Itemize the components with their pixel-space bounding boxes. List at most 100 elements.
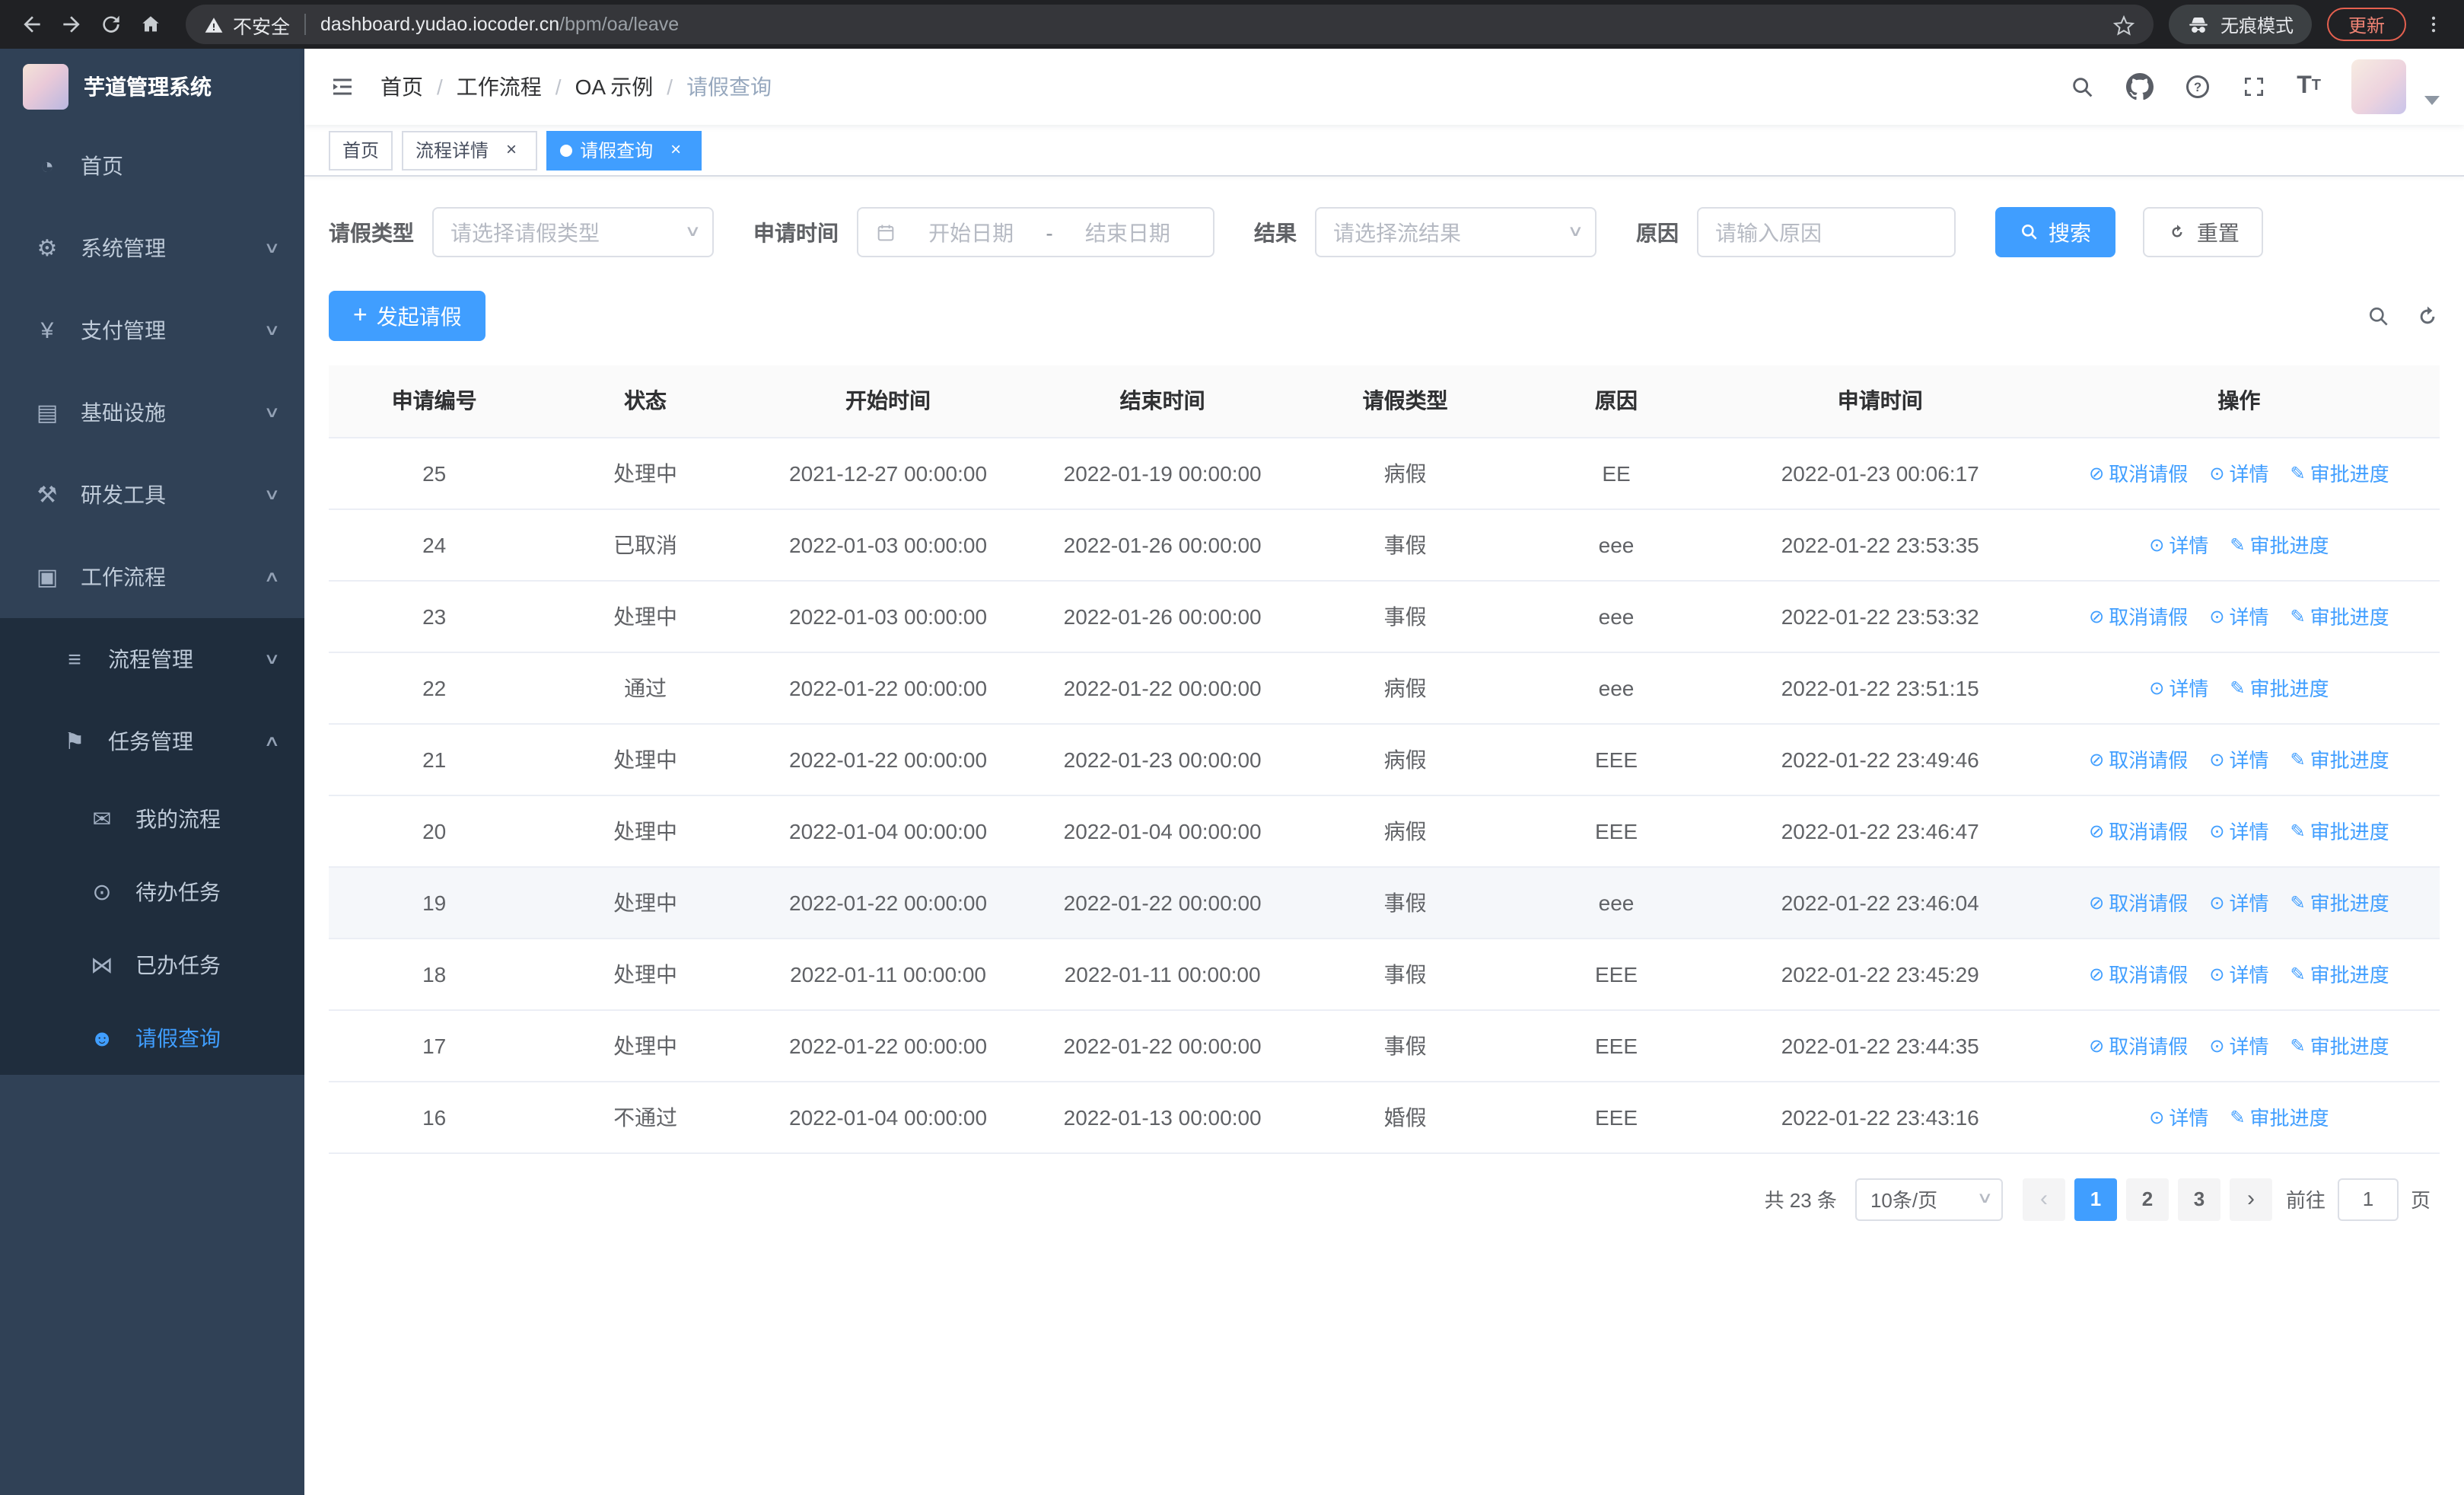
sidebar-item-home[interactable]: ◔ 首页	[0, 125, 304, 207]
end-date-placeholder: 结束日期	[1084, 220, 1170, 244]
prev-page-button[interactable]: ‹	[2022, 1178, 2065, 1220]
user-avatar[interactable]	[2351, 59, 2406, 114]
cell-status: 处理中	[540, 866, 751, 939]
close-icon[interactable]: ×	[664, 138, 688, 162]
cancel-action-link[interactable]: ⊘ 取消请假	[2089, 959, 2188, 988]
cell-leave-type: 病假	[1299, 652, 1511, 724]
cancel-action-link[interactable]: ⊘ 取消请假	[2089, 816, 2188, 845]
cell-id: 20	[329, 795, 540, 867]
sidebar-item-workflow[interactable]: ▣ 工作流程 ∧	[0, 536, 304, 618]
progress-action-link[interactable]: ✎ 审批进度	[2290, 601, 2389, 630]
help-icon[interactable]: ?	[2184, 73, 2211, 100]
page-button-1[interactable]: 1	[2074, 1178, 2117, 1220]
cancel-action-link[interactable]: ⊘ 取消请假	[2089, 888, 2188, 916]
cancel-action-link[interactable]: ⊘ 取消请假	[2089, 601, 2188, 630]
bookmark-star-icon[interactable]	[2112, 13, 2135, 36]
browser-back-button[interactable]	[12, 5, 52, 44]
sidebar-item-task-mgmt[interactable]: ⚑ 任务管理 ∧	[0, 700, 304, 783]
detail-action-label: 详情	[2169, 677, 2209, 700]
tab-leave-query[interactable]: 请假查询 ×	[546, 130, 702, 170]
toggle-search-icon[interactable]	[2367, 304, 2391, 328]
tab-label: 请假查询	[580, 140, 654, 161]
font-size-icon[interactable]: TT	[2297, 74, 2321, 99]
detail-action-link[interactable]: ⊙ 详情	[2209, 959, 2268, 988]
cell-actions: ⊘ 取消请假 ⊙ 详情 ✎ 审批进度	[2038, 437, 2440, 509]
table-row: 25 处理中 2021-12-27 00:00:00 2022-01-19 00:00…	[329, 437, 2440, 509]
leave-type-select[interactable]: 请选择请假类型 ∨	[432, 207, 714, 257]
progress-action-link[interactable]: ✎ 审批进度	[2290, 744, 2389, 773]
browser-menu-icon[interactable]	[2415, 12, 2452, 37]
sidebar-item-label: 我的流程	[135, 807, 221, 831]
progress-action-label: 审批进度	[2310, 964, 2389, 987]
detail-action-link[interactable]: ⊙ 详情	[2209, 458, 2268, 487]
refresh-icon[interactable]	[2415, 304, 2440, 328]
progress-action-link[interactable]: ✎ 审批进度	[2290, 1031, 2389, 1060]
sidebar-item-devtools[interactable]: ⚒ 研发工具 ∨	[0, 454, 304, 536]
tab-home[interactable]: 首页	[329, 130, 393, 170]
progress-action-link[interactable]: ✎ 审批进度	[2290, 959, 2389, 988]
cell-start-time: 2022-01-04 00:00:00	[750, 795, 1026, 867]
close-icon[interactable]: ×	[499, 138, 524, 162]
fullscreen-icon[interactable]	[2242, 75, 2266, 99]
result-select[interactable]: 请选择流结果 ∨	[1315, 207, 1597, 257]
app-logo[interactable]: 芋道管理系统	[0, 49, 304, 125]
sidebar-item-leave-query[interactable]: ☻ 请假查询	[0, 1002, 304, 1075]
reason-input[interactable]: 请输入原因	[1697, 207, 1956, 257]
sidebar-toggle-icon[interactable]	[329, 73, 356, 100]
caret-down-icon[interactable]	[2424, 96, 2440, 105]
sidebar-item-infrastructure[interactable]: ▤ 基础设施 ∨	[0, 371, 304, 454]
browser-forward-button[interactable]	[52, 5, 91, 44]
browser-home-button[interactable]	[131, 5, 170, 44]
progress-action-link[interactable]: ✎ 审批进度	[2230, 1102, 2329, 1131]
sidebar-item-my-process[interactable]: ✉ 我的流程	[0, 783, 304, 856]
page-size-select[interactable]: 10条/页 ∨	[1854, 1178, 2003, 1220]
apply-time-range-picker[interactable]: 开始日期 - 结束日期	[857, 207, 1214, 257]
cell-apply-time: 2022-01-22 23:46:04	[1721, 866, 2039, 939]
cell-id: 19	[329, 866, 540, 939]
progress-action-link[interactable]: ✎ 审批进度	[2230, 530, 2329, 559]
breadcrumb: 首页 / 工作流程 / OA 示例 / 请假查询	[380, 72, 772, 102]
reset-button[interactable]: 重置	[2143, 207, 2264, 257]
dashboard-icon: ◔	[40, 153, 55, 179]
page-button-2[interactable]: 2	[2125, 1178, 2169, 1220]
page-button-3[interactable]: 3	[2177, 1178, 2220, 1220]
address-bar[interactable]: 不安全 dashboard.yudao.iocoder.cn /bpm/oa/l…	[186, 5, 2154, 44]
breadcrumb-item-0[interactable]: 首页	[380, 72, 423, 102]
update-button[interactable]: 更新	[2326, 8, 2406, 41]
sidebar-item-done-tasks[interactable]: ⋈ 已办任务	[0, 929, 304, 1002]
create-leave-button[interactable]: + 发起请假	[329, 291, 486, 341]
goto-page-input[interactable]: 1	[2337, 1178, 2399, 1220]
tab-label: 流程详情	[415, 140, 489, 161]
cancel-action-link[interactable]: ⊘ 取消请假	[2089, 458, 2188, 487]
detail-action-link[interactable]: ⊙ 详情	[2149, 530, 2208, 559]
detail-action-link[interactable]: ⊙ 详情	[2209, 888, 2268, 916]
detail-action-link[interactable]: ⊙ 详情	[2149, 673, 2208, 702]
detail-action-link[interactable]: ⊙ 详情	[2209, 1031, 2268, 1060]
detail-action-link[interactable]: ⊙ 详情	[2209, 816, 2268, 845]
search-button[interactable]: 搜索	[1995, 207, 2115, 257]
detail-action-link[interactable]: ⊙ 详情	[2209, 601, 2268, 630]
security-label[interactable]: 不安全	[233, 10, 290, 39]
cell-end-time: 2022-01-26 00:00:00	[1025, 580, 1300, 652]
progress-action-link[interactable]: ✎ 审批进度	[2290, 888, 2389, 916]
browser-refresh-button[interactable]	[91, 5, 131, 44]
cancel-action-link[interactable]: ⊘ 取消请假	[2089, 744, 2188, 773]
progress-action-link[interactable]: ✎ 审批进度	[2230, 673, 2329, 702]
next-page-button[interactable]: ›	[2229, 1178, 2272, 1220]
breadcrumb-item-1[interactable]: 工作流程	[457, 72, 542, 102]
breadcrumb-item-2[interactable]: OA 示例	[575, 72, 654, 102]
cell-reason: eee	[1511, 508, 1722, 581]
sidebar-item-label: 支付管理	[81, 318, 166, 343]
detail-action-link[interactable]: ⊙ 详情	[2209, 744, 2268, 773]
cancel-action-link[interactable]: ⊘ 取消请假	[2089, 1031, 2188, 1060]
github-icon[interactable]	[2126, 73, 2154, 100]
sidebar-item-process-mgmt[interactable]: ≡ 流程管理 ∨	[0, 618, 304, 700]
search-icon[interactable]	[2070, 74, 2096, 100]
sidebar-item-system[interactable]: ⚙ 系统管理 ∨	[0, 207, 304, 289]
sidebar-item-todo-tasks[interactable]: ⊙ 待办任务	[0, 856, 304, 929]
sidebar-item-payment[interactable]: ¥ 支付管理 ∨	[0, 289, 304, 371]
progress-action-link[interactable]: ✎ 审批进度	[2290, 458, 2389, 487]
progress-action-link[interactable]: ✎ 审批进度	[2290, 816, 2389, 845]
detail-action-link[interactable]: ⊙ 详情	[2149, 1102, 2208, 1131]
tab-process-detail[interactable]: 流程详情 ×	[402, 130, 538, 170]
